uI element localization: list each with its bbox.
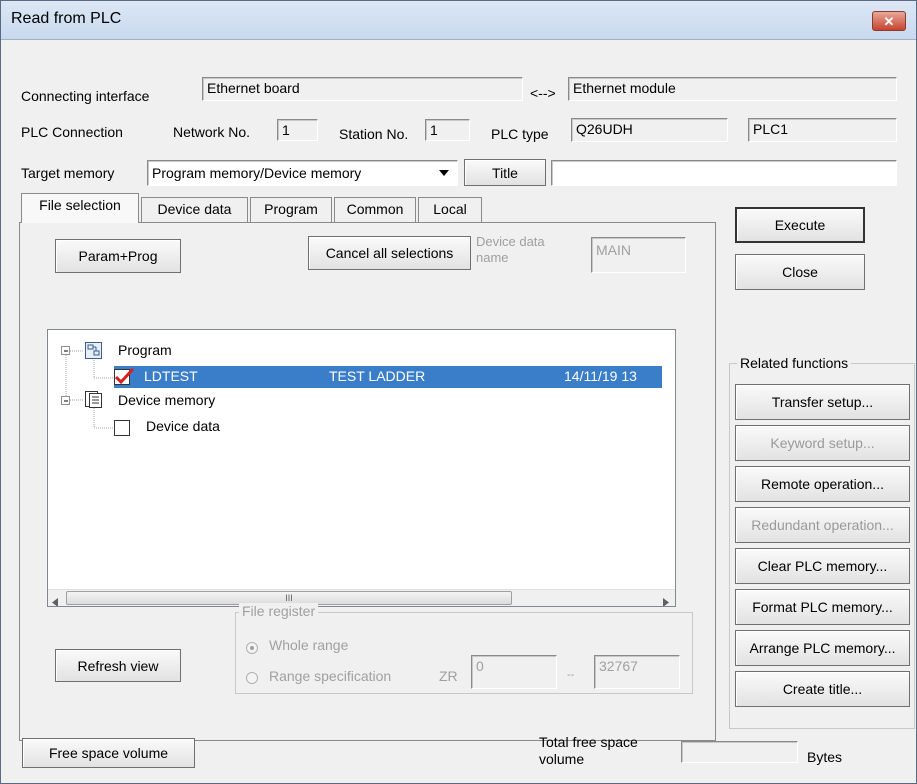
program-folder-icon [85,342,102,359]
program-tree[interactable]: Program LDTEST TEST LADDER 14/11/19 13 D… [47,329,676,607]
whole-range-radio[interactable] [246,642,258,654]
station-no-field: 1 [425,119,470,141]
total-free-space-label: Total free space volume [539,734,638,768]
ldtest-checkbox[interactable] [114,368,135,385]
tab-file-selection[interactable]: File selection [21,193,139,223]
free-space-volume-button[interactable]: Free space volume [22,738,195,768]
scroll-right-icon[interactable] [663,594,669,606]
collapse-program-icon[interactable] [61,346,70,355]
transfer-setup-button[interactable]: Transfer setup... [735,384,910,420]
format-plc-memory-button[interactable]: Format PLC memory... [735,589,910,625]
plc-connection-label: PLC Connection [21,124,123,140]
device-data-name-label-line2: name [476,250,509,265]
station-no-label: Station No. [339,126,409,142]
network-no-field: 1 [277,119,318,141]
remote-operation-button[interactable]: Remote operation... [735,466,910,502]
connecting-interface-label: Connecting interface [21,88,150,104]
close-button[interactable]: Close [735,254,865,290]
device-data-name-label-line1: Device data [476,234,545,249]
range-start-field: 0 [471,655,557,689]
plc-type-label: PLC type [491,126,549,142]
range-specification-label: Range specification [269,668,392,684]
tab-device-data[interactable]: Device data [141,197,248,222]
tree-row-ldtest[interactable]: LDTEST TEST LADDER 14/11/19 13 [114,366,662,388]
plc-name-field: PLC1 [748,118,897,142]
total-free-space-label-line1: Total free space [539,734,638,750]
keyword-setup-button[interactable]: Keyword setup... [735,425,910,461]
check-icon [115,368,135,385]
chevron-down-icon[interactable] [435,165,453,181]
title-field[interactable] [551,160,897,186]
range-dash: -- [567,669,575,681]
tree-device-memory-label: Device memory [118,392,216,408]
device-memory-icon [85,391,102,408]
connection-arrow: <--> [530,85,556,101]
tab-local[interactable]: Local [418,197,482,222]
network-no-label: Network No. [173,124,251,140]
scroll-grip: III [285,593,293,603]
tab-common[interactable]: Common [334,197,416,222]
execute-button[interactable]: Execute [735,207,865,243]
create-title-button[interactable]: Create title... [735,671,910,707]
read-from-plc-dialog: Read from PLC ✕ Connecting interface Eth… [0,0,917,784]
plc-type-field: Q26UDH [571,118,728,142]
tab-program[interactable]: Program [250,197,332,222]
whole-range-label: Whole range [269,637,349,653]
device-data-checkbox[interactable] [114,420,130,436]
connected-module-field: Ethernet module [568,77,897,101]
file-register-label: File register [239,603,319,619]
range-specification-radio[interactable] [246,672,258,684]
cancel-all-selections-button[interactable]: Cancel all selections [308,236,471,270]
title-button[interactable]: Title [464,159,546,186]
redundant-operation-button[interactable]: Redundant operation... [735,507,910,543]
device-data-name-field: MAIN [591,237,686,273]
related-functions-label: Related functions [737,355,852,371]
refresh-view-button[interactable]: Refresh view [55,649,181,682]
connecting-interface-field: Ethernet board [202,77,523,101]
ldtest-date: 14/11/19 13 [564,368,637,384]
close-icon[interactable]: ✕ [872,11,906,31]
clear-plc-memory-button[interactable]: Clear PLC memory... [735,548,910,584]
target-memory-value: Program memory/Device memory [152,165,362,181]
tree-program-label: Program [118,342,172,358]
param-prog-button[interactable]: Param+Prog [55,239,181,273]
bytes-label: Bytes [807,749,843,765]
device-data-name-label: Device data name [476,234,545,266]
title-bar[interactable]: Read from PLC ✕ [1,1,916,40]
target-memory-label: Target memory [21,165,115,181]
target-memory-select[interactable]: Program memory/Device memory [147,160,458,186]
range-end-field: 32767 [594,655,680,689]
zr-label: ZR [439,668,458,684]
ldtest-title: TEST LADDER [329,368,426,384]
window-title: Read from PLC [11,10,122,27]
arrange-plc-memory-button[interactable]: Arrange PLC memory... [735,630,910,666]
tree-horizontal-scrollbar[interactable]: III [48,589,675,606]
total-free-space-field [681,741,798,763]
tree-device-data-label: Device data [146,418,220,434]
total-free-space-label-line2: volume [539,751,585,767]
scroll-left-icon[interactable] [52,594,58,606]
ldtest-name: LDTEST [144,368,198,384]
collapse-device-memory-icon[interactable] [61,396,70,405]
